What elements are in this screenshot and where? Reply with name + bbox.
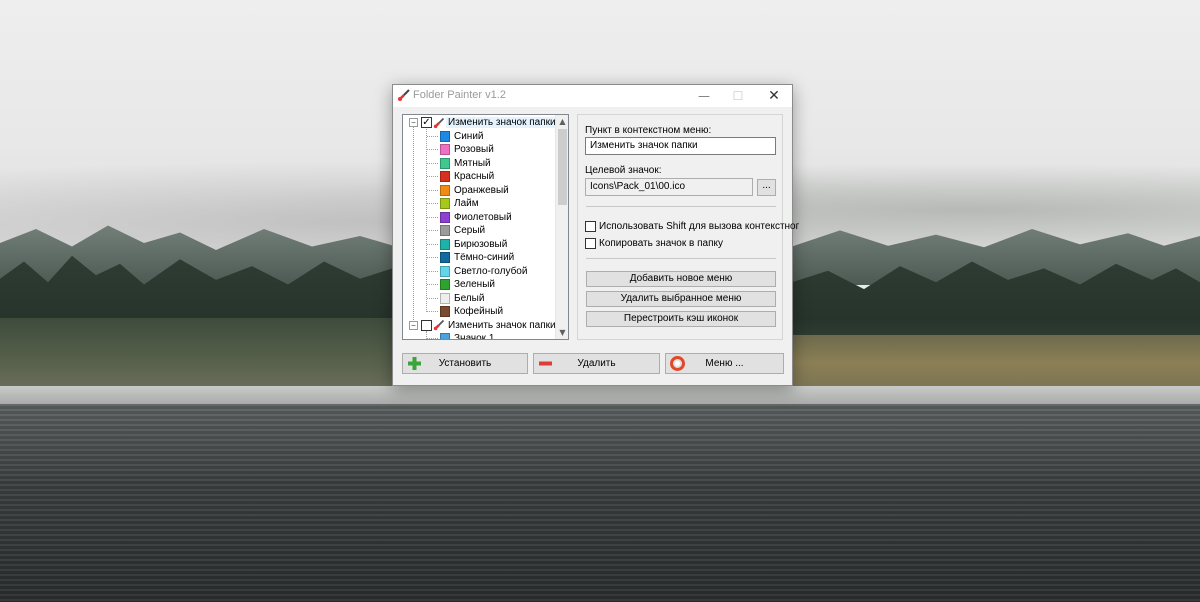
rebuild-cache-button[interactable]: Перестроить кэш иконок — [586, 311, 776, 327]
menu-item-label: Пункт в контекстном меню: — [585, 125, 712, 136]
copy-icon-checkbox[interactable]: Копировать значок в папку — [585, 236, 723, 250]
folder-color-icon — [440, 157, 450, 169]
tree-connector — [427, 203, 438, 204]
folder-color-icon — [440, 130, 450, 142]
tree-item-label: Зеленый — [454, 279, 495, 291]
tree-group[interactable]: − ✓ Изменить значок папки — [403, 116, 558, 130]
tree-connector — [427, 176, 438, 177]
wallpaper-waterline — [0, 386, 1200, 406]
tree-connector — [427, 216, 438, 218]
tree-guide-line — [413, 126, 414, 326]
tree-group-checkbox[interactable] — [421, 319, 432, 331]
scroll-down-icon[interactable]: ▼ — [556, 326, 568, 339]
folder-color-icon — [440, 279, 450, 291]
close-button[interactable]: ✕ — [757, 85, 791, 107]
folder-color-icon — [440, 238, 450, 250]
shift-context-checkbox[interactable]: Использовать Shift для вызова контекстно… — [585, 219, 799, 233]
tree-group-label: Изменить значок папки — [446, 117, 558, 129]
folder-color-icon — [440, 225, 450, 237]
folder-color-icon — [440, 306, 450, 318]
add-menu-button[interactable]: Добавить новое меню — [586, 271, 776, 287]
folder-color-icon — [440, 292, 450, 304]
minimize-button[interactable]: — — [687, 85, 721, 107]
tree-guide-line — [426, 128, 427, 312]
folder-color-icon — [440, 265, 450, 277]
delete-menu-button[interactable]: Удалить выбранное меню — [586, 291, 776, 307]
tree-guide-line — [426, 331, 427, 339]
tree-item-label: Значок 1 — [454, 333, 495, 340]
wallpaper-shore-right — [790, 335, 1200, 390]
maximize-button[interactable]: ☐ — [721, 85, 755, 107]
scroll-thumb[interactable] — [558, 129, 567, 205]
menu-button-label: Меню ... — [705, 358, 744, 369]
tree-item-label: Белый — [454, 292, 485, 304]
tree-item-label: Синий — [454, 130, 484, 142]
tree-item-label: Мятный — [454, 157, 491, 169]
tree-connector — [427, 270, 438, 272]
tree-connector — [427, 135, 438, 137]
tree-item-label: Бирюзовый — [454, 238, 508, 250]
tree-connector — [427, 243, 438, 245]
target-icon-label: Целевой значок: — [585, 165, 662, 176]
target-icon-path-field[interactable]: Icons\Pack_01\00.ico — [585, 178, 753, 196]
tree-item-label: Серый — [454, 225, 486, 237]
shift-context-checkbox-box[interactable] — [585, 220, 596, 232]
separator — [586, 258, 776, 259]
wallpaper-shore-left — [0, 318, 420, 388]
tree-item-label: Розовый — [454, 144, 494, 156]
folder-color-icon — [440, 211, 450, 223]
folder-color-icon — [440, 252, 450, 264]
window-title: Folder Painter v1.2 — [413, 89, 506, 101]
tree-connector — [427, 149, 438, 150]
tree-connector — [427, 338, 438, 339]
app-brush-icon — [398, 89, 410, 101]
folder-painter-window: Folder Painter v1.2 — ☐ ✕ − ✓ Изменить зна… — [392, 84, 799, 386]
paint-brush-icon — [433, 320, 445, 331]
tree-expander-icon[interactable]: − — [409, 320, 418, 330]
paint-brush-icon — [433, 117, 445, 128]
remove-button-label: Удалить — [577, 358, 616, 369]
title-bar[interactable]: Folder Painter v1.2 — ☐ ✕ — [393, 85, 792, 107]
tree-item-label: Красный — [454, 171, 495, 183]
folder-color-icon — [440, 198, 450, 210]
settings-panel: Пункт в контекстном меню: Изменить значо… — [577, 114, 799, 340]
tree-connector — [427, 311, 438, 312]
tree-item-label: Кофейный — [454, 306, 504, 318]
tree-item-label: Лайм — [454, 198, 479, 210]
tree-group-label: Изменить значок папки — [448, 319, 556, 331]
tree-content: − ✓ Изменить значок папки Синий Розовый Мятны… — [403, 115, 558, 340]
menu-button[interactable]: Меню ... — [665, 353, 784, 374]
wallpaper-lake — [0, 404, 1200, 602]
copy-icon-checkbox-box[interactable] — [585, 237, 596, 249]
menu-item-name-input[interactable]: Изменить значок папки — [585, 137, 776, 155]
install-button-label: Установить — [438, 358, 492, 369]
scroll-up-icon[interactable]: ▲ — [556, 115, 568, 128]
copy-icon-checkbox-label: Копировать значок в папку — [599, 237, 723, 249]
remove-button[interactable]: Удалить — [533, 353, 660, 374]
folder-color-icon — [440, 333, 450, 339]
tree-item-label: Светло-голубой — [454, 265, 528, 277]
tree-connector — [427, 230, 438, 231]
menu-tree-view[interactable]: − ✓ Изменить значок папки Синий Розовый Мятны… — [402, 114, 569, 340]
install-button[interactable]: Установить — [402, 353, 528, 374]
tree-connector — [427, 257, 438, 258]
tree-group[interactable]: − Изменить значок папки — [403, 319, 556, 333]
tree-connector — [427, 284, 438, 285]
tree-scrollbar[interactable]: ▲ ▼ — [555, 115, 568, 339]
separator — [586, 206, 776, 207]
tree-connector — [427, 297, 438, 299]
tree-group-checkbox[interactable]: ✓ — [421, 117, 432, 129]
tree-item-label: Оранжевый — [454, 184, 509, 196]
tree-connector — [427, 189, 438, 191]
folder-color-icon — [440, 171, 450, 183]
folder-color-icon — [440, 184, 450, 196]
tree-item-label: Фиолетовый — [454, 211, 512, 223]
folder-color-icon — [440, 144, 450, 156]
shift-context-checkbox-label: Использовать Shift для вызова контекстно… — [599, 220, 800, 232]
browse-icon-button[interactable]: ... — [757, 179, 776, 196]
tree-item-label: Тёмно-синий — [454, 252, 515, 264]
tree-connector — [427, 162, 438, 164]
